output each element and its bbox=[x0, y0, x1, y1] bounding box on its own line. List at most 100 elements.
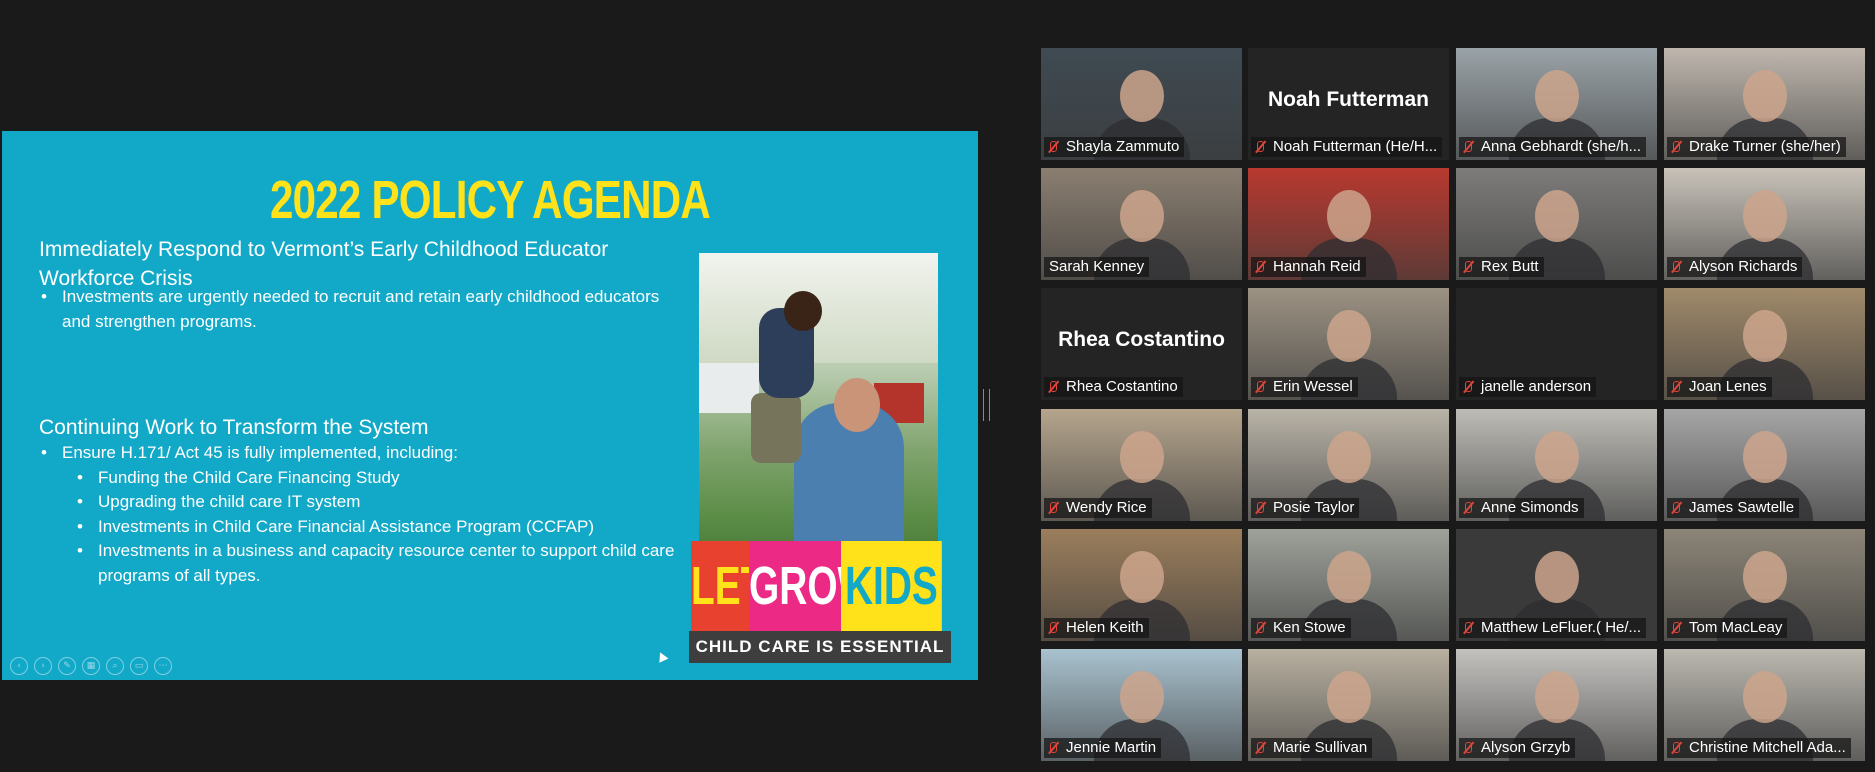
mic-muted-icon bbox=[1046, 501, 1060, 515]
participant-tile[interactable]: Marie Sullivan bbox=[1248, 649, 1449, 761]
participant-tile[interactable]: Erin Wessel bbox=[1248, 288, 1449, 400]
participant-tile[interactable]: Alyson Grzyb bbox=[1456, 649, 1657, 761]
section2-heading: Continuing Work to Transform the System bbox=[39, 416, 429, 439]
participant-name: Alyson Grzyb bbox=[1481, 739, 1571, 756]
pen-icon[interactable]: ✎ bbox=[58, 657, 76, 675]
lets-grow-kids-logo: LET'S GROW KIDS CHILD CARE IS ESSENTIAL bbox=[689, 541, 951, 666]
mic-muted-icon bbox=[1461, 140, 1475, 154]
participant-tile[interactable]: Helen Keith bbox=[1041, 529, 1242, 641]
participant-name-label: Jennie Martin bbox=[1044, 738, 1162, 758]
participant-tile[interactable]: Alyson Richards bbox=[1664, 168, 1865, 280]
participant-name-label: Marie Sullivan bbox=[1251, 738, 1373, 758]
bullet: Investments are urgently needed to recru… bbox=[39, 285, 679, 334]
participant-name-label: Hannah Reid bbox=[1251, 257, 1366, 277]
parent-lifting-child-photo bbox=[699, 253, 938, 585]
mic-muted-icon bbox=[1461, 741, 1475, 755]
participant-tile[interactable]: Shayla Zammuto bbox=[1041, 48, 1242, 160]
participant-avatar-name: Rhea Costantino bbox=[1058, 328, 1225, 351]
participant-name-label: Shayla Zammuto bbox=[1044, 137, 1185, 157]
participant-name: Erin Wessel bbox=[1273, 378, 1353, 395]
participant-tile[interactable]: Matthew LeFluer.( He/... bbox=[1456, 529, 1657, 641]
participant-name-label: Anna Gebhardt (she/h... bbox=[1459, 137, 1647, 157]
participant-name-label: Joan Lenes bbox=[1667, 377, 1772, 397]
logo-word-lets: LET'S bbox=[691, 541, 800, 631]
mic-muted-icon bbox=[1669, 621, 1683, 635]
mic-muted-icon bbox=[1253, 140, 1267, 154]
participant-name: Marie Sullivan bbox=[1273, 739, 1368, 756]
section2-bullets: Ensure H.171/ Act 45 is fully implemente… bbox=[39, 441, 679, 588]
sub-bullet: Investments in a business and capacity r… bbox=[39, 539, 679, 588]
participant-name: Joan Lenes bbox=[1689, 378, 1767, 395]
zoom-icon[interactable]: ⌕ bbox=[106, 657, 124, 675]
mic-muted-icon bbox=[1669, 501, 1683, 515]
resize-handle[interactable] bbox=[983, 389, 990, 421]
participant-tile[interactable]: Tom MacLeay bbox=[1664, 529, 1865, 641]
participant-tile[interactable]: Noah Futterman Noah Futterman (He/H... bbox=[1248, 48, 1449, 160]
mic-muted-icon bbox=[1669, 140, 1683, 154]
mic-muted-icon bbox=[1046, 380, 1060, 394]
mic-muted-icon bbox=[1253, 621, 1267, 635]
participant-name-label: James Sawtelle bbox=[1667, 498, 1800, 518]
participant-name-label: Noah Futterman (He/H... bbox=[1251, 137, 1443, 157]
participant-name-label: Sarah Kenney bbox=[1044, 257, 1150, 277]
participant-name: Shayla Zammuto bbox=[1066, 138, 1180, 155]
shared-slide: 2022 POLICY AGENDA Immediately Respond t… bbox=[2, 131, 978, 680]
participant-name: Anna Gebhardt (she/h... bbox=[1481, 138, 1642, 155]
participant-tile[interactable]: Hannah Reid bbox=[1248, 168, 1449, 280]
slides-grid-icon[interactable]: ▦ bbox=[82, 657, 100, 675]
previous-slide-icon[interactable]: ‹ bbox=[10, 657, 28, 675]
participant-name: janelle anderson bbox=[1481, 378, 1592, 395]
participant-tile[interactable]: Anne Simonds bbox=[1456, 409, 1657, 521]
participant-name: Ken Stowe bbox=[1273, 619, 1346, 636]
participant-name: Wendy Rice bbox=[1066, 499, 1147, 516]
participant-name-label: Alyson Richards bbox=[1667, 257, 1803, 277]
mic-muted-icon bbox=[1669, 741, 1683, 755]
participant-name-label: Anne Simonds bbox=[1459, 498, 1584, 518]
participant-name-label: Wendy Rice bbox=[1044, 498, 1152, 518]
participant-gallery: Shayla Zammuto Noah Futterman Noah Futterm… bbox=[1041, 48, 1865, 762]
participant-tile[interactable]: Anna Gebhardt (she/h... bbox=[1456, 48, 1657, 160]
participant-name: Alyson Richards bbox=[1689, 258, 1798, 275]
slide-toolbar: ‹ › ✎ ▦ ⌕ ▭ ⋯ bbox=[10, 657, 172, 675]
section1-bullets: Investments are urgently needed to recru… bbox=[39, 285, 679, 334]
participant-tile[interactable]: Wendy Rice bbox=[1041, 409, 1242, 521]
participant-name: Jennie Martin bbox=[1066, 739, 1157, 756]
mic-muted-icon bbox=[1253, 380, 1267, 394]
mic-muted-icon bbox=[1461, 380, 1475, 394]
participant-tile[interactable]: Sarah Kenney bbox=[1041, 168, 1242, 280]
participant-name: Rex Butt bbox=[1481, 258, 1539, 275]
participant-name: Rhea Costantino bbox=[1066, 378, 1178, 395]
participant-tile[interactable]: Jennie Martin bbox=[1041, 649, 1242, 761]
participant-name: Drake Turner (she/her) bbox=[1689, 138, 1841, 155]
subtitles-icon[interactable]: ▭ bbox=[130, 657, 148, 675]
participant-name-label: Christine Mitchell Ada... bbox=[1667, 738, 1851, 758]
participant-name-label: Ken Stowe bbox=[1251, 618, 1351, 638]
participant-tile[interactable]: Drake Turner (she/her) bbox=[1664, 48, 1865, 160]
participant-name: Anne Simonds bbox=[1481, 499, 1579, 516]
participant-name-label: Helen Keith bbox=[1044, 618, 1149, 638]
participant-tile[interactable]: Christine Mitchell Ada... bbox=[1664, 649, 1865, 761]
mouse-cursor-icon bbox=[655, 650, 669, 663]
participant-tile[interactable]: Joan Lenes bbox=[1664, 288, 1865, 400]
participant-tile[interactable]: Rhea Costantino Rhea Costantino bbox=[1041, 288, 1242, 400]
bullet: Ensure H.171/ Act 45 is fully implemente… bbox=[39, 441, 679, 466]
mic-muted-icon bbox=[1046, 741, 1060, 755]
mic-muted-icon bbox=[1461, 621, 1475, 635]
logo-tagline: CHILD CARE IS ESSENTIAL bbox=[689, 631, 951, 663]
mic-muted-icon bbox=[1461, 260, 1475, 274]
participant-tile[interactable]: Ken Stowe bbox=[1248, 529, 1449, 641]
participant-name-label: Erin Wessel bbox=[1251, 377, 1358, 397]
participant-name: James Sawtelle bbox=[1689, 499, 1795, 516]
next-slide-icon[interactable]: › bbox=[34, 657, 52, 675]
more-options-icon[interactable]: ⋯ bbox=[154, 657, 172, 675]
participant-tile[interactable]: janelle anderson bbox=[1456, 288, 1657, 400]
participant-name: Posie Taylor bbox=[1273, 499, 1355, 516]
mic-muted-icon bbox=[1253, 741, 1267, 755]
participant-tile[interactable]: James Sawtelle bbox=[1664, 409, 1865, 521]
participant-avatar-name: Noah Futterman bbox=[1267, 88, 1429, 111]
participant-tile[interactable]: Posie Taylor bbox=[1248, 409, 1449, 521]
participant-name-label: Rhea Costantino bbox=[1044, 377, 1183, 397]
participant-name-label: Rex Butt bbox=[1459, 257, 1544, 277]
participant-name-label: Alyson Grzyb bbox=[1459, 738, 1576, 758]
participant-tile[interactable]: Rex Butt bbox=[1456, 168, 1657, 280]
